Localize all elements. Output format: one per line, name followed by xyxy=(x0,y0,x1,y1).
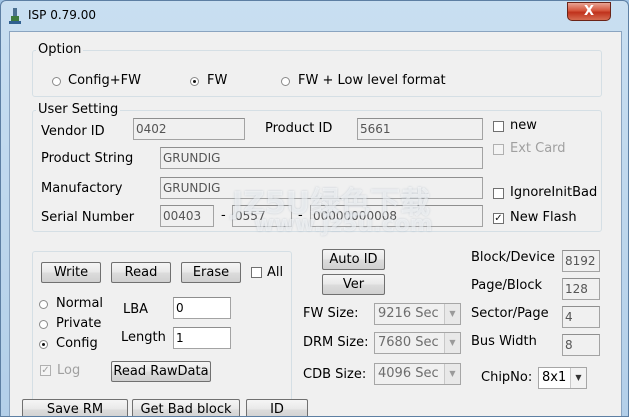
lba-input[interactable]: 0 xyxy=(173,297,231,319)
product-id-label: Product ID xyxy=(265,121,333,136)
lba-label: LBA xyxy=(123,302,149,317)
cdb-size-dropdown[interactable]: 4096 Sec ▼ xyxy=(374,363,461,385)
page-block-field[interactable]: 128 xyxy=(562,278,600,300)
serial-number-label: Serial Number xyxy=(41,210,135,225)
chipno-dropdown[interactable]: 8x1 ▼ xyxy=(538,367,587,389)
length-label: Length xyxy=(121,330,166,345)
radio-fw[interactable] xyxy=(190,77,199,86)
new-flash-label: New Flash xyxy=(510,210,577,225)
new-label: new xyxy=(510,118,537,133)
ignore-init-bad-checkbox[interactable] xyxy=(493,188,504,199)
product-string-label: Product String xyxy=(41,151,134,166)
erase-button[interactable]: Erase xyxy=(181,262,241,283)
chevron-down-icon: ▼ xyxy=(444,333,460,353)
chipno-label: ChipNo: xyxy=(481,370,533,385)
vendor-id-field[interactable]: 0402 xyxy=(133,118,245,140)
radio-normal[interactable] xyxy=(39,300,48,309)
ext-card-checkbox[interactable] xyxy=(493,144,504,155)
all-label: All xyxy=(267,265,284,280)
page-block-label: Page/Block xyxy=(471,278,543,293)
close-button[interactable]: X xyxy=(567,2,611,21)
read-button[interactable]: Read xyxy=(111,262,171,283)
manufactory-field[interactable]: GRUNDIG xyxy=(160,177,483,199)
dialog-client-area: Option Config+FW FW FW + Low level forma… xyxy=(9,31,622,416)
auto-id-button[interactable]: Auto ID xyxy=(322,249,385,270)
radio-fw-label: FW xyxy=(207,73,228,88)
title-bar[interactable]: ISP 0.79.00 X xyxy=(1,1,628,31)
id-button[interactable]: ID xyxy=(246,399,308,416)
cdb-size-label: CDB Size: xyxy=(303,367,367,382)
chevron-down-icon: ▼ xyxy=(570,368,586,388)
radio-private[interactable] xyxy=(39,320,48,329)
manufactory-label: Manufactory xyxy=(41,181,123,196)
bus-width-label: Bus Width xyxy=(471,334,537,349)
radio-config-fw-label: Config+FW xyxy=(68,73,141,88)
block-device-field[interactable]: 8192 xyxy=(562,250,600,272)
log-label: Log xyxy=(57,363,81,378)
radio-normal-label: Normal xyxy=(56,296,104,311)
drm-size-label: DRM Size: xyxy=(303,335,369,350)
get-bad-block-button[interactable]: Get Bad block xyxy=(132,399,240,416)
sector-page-label: Sector/Page xyxy=(471,306,549,321)
serial-part2-field[interactable]: 0557 xyxy=(232,205,292,227)
new-flash-checkbox[interactable]: ✓ xyxy=(493,213,504,224)
ignore-init-bad-label: IgnoreInitBad xyxy=(510,185,598,200)
serial-part1-field[interactable]: 00403 xyxy=(160,205,214,227)
new-checkbox[interactable] xyxy=(493,121,504,132)
option-group-title: Option xyxy=(36,42,84,57)
serial-part3-field[interactable]: 00000000008 xyxy=(310,205,483,227)
serial-separator-2: - xyxy=(298,208,303,223)
save-rm-button[interactable]: Save RM xyxy=(22,399,128,416)
radio-fw-low-level-format-label: FW + Low level format xyxy=(298,73,446,88)
write-button[interactable]: Write xyxy=(41,262,101,283)
length-input[interactable]: 1 xyxy=(173,327,231,349)
product-string-field[interactable]: GRUNDIG xyxy=(160,147,483,169)
log-checkbox[interactable]: ✓ xyxy=(40,365,51,376)
read-rawdata-button[interactable]: Read RawData xyxy=(111,361,211,382)
fw-size-label: FW Size: xyxy=(303,306,359,321)
block-device-label: Block/Device xyxy=(471,250,555,265)
radio-config-label: Config xyxy=(56,336,98,351)
radio-private-label: Private xyxy=(56,316,102,331)
user-setting-group-title: User Setting xyxy=(36,102,121,117)
app-icon xyxy=(9,8,21,24)
serial-separator-1: - xyxy=(221,208,226,223)
product-id-field[interactable]: 5661 xyxy=(357,118,483,140)
drm-size-value: 7680 Sec xyxy=(378,335,439,350)
drm-size-dropdown[interactable]: 7680 Sec ▼ xyxy=(374,332,461,354)
check-mark-icon: ✓ xyxy=(494,213,503,224)
isp-window: ISP 0.79.00 X Option Config+FW FW FW + L… xyxy=(0,0,629,417)
chipno-value: 8x1 xyxy=(542,370,567,385)
fw-size-value: 9216 Sec xyxy=(378,306,439,321)
window-title: ISP 0.79.00 xyxy=(28,8,97,22)
ver-button[interactable]: Ver xyxy=(322,274,385,295)
ext-card-label: Ext Card xyxy=(510,141,566,156)
chevron-down-icon: ▼ xyxy=(444,364,460,384)
vendor-id-label: Vendor ID xyxy=(41,124,105,139)
radio-config-fw[interactable] xyxy=(52,77,61,86)
radio-config[interactable] xyxy=(39,340,48,349)
radio-fw-low-level-format[interactable] xyxy=(281,77,290,86)
all-checkbox[interactable] xyxy=(251,267,262,278)
fw-size-dropdown[interactable]: 9216 Sec ▼ xyxy=(374,303,461,325)
close-icon: X xyxy=(583,4,595,19)
bus-width-field[interactable]: 8 xyxy=(562,334,600,356)
cdb-size-value: 4096 Sec xyxy=(378,366,439,381)
sector-page-field[interactable]: 4 xyxy=(562,306,600,328)
chevron-down-icon: ▼ xyxy=(444,304,460,324)
check-mark-icon: ✓ xyxy=(41,365,50,376)
